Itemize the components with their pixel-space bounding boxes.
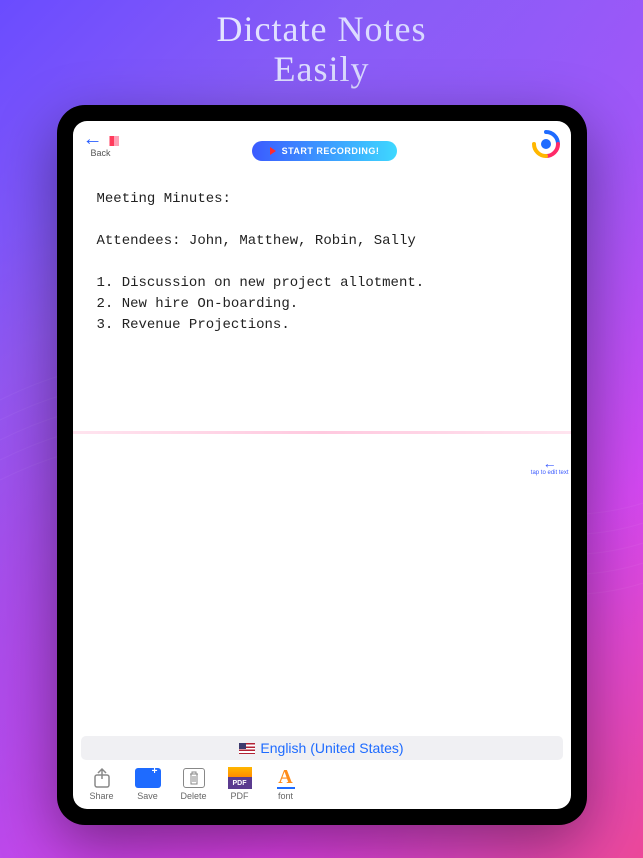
delete-label: Delete	[180, 791, 206, 801]
font-button[interactable]: A font	[265, 766, 307, 801]
language-label: English (United States)	[260, 740, 403, 756]
content-divider	[73, 431, 571, 434]
back-label: Back	[90, 148, 110, 158]
record-label: START RECORDING!	[282, 146, 380, 156]
delete-button[interactable]: Delete	[173, 766, 215, 801]
tablet-device-frame: ← Back START RECORDING! Meeting Minutes:…	[57, 105, 587, 825]
marketing-line1: Dictate Notes	[0, 10, 643, 50]
pdf-file-icon: PDF	[226, 766, 254, 790]
note-text-area[interactable]: Meeting Minutes: Attendees: John, Matthe…	[73, 169, 571, 736]
font-label: font	[278, 791, 293, 801]
share-label: Share	[89, 791, 113, 801]
share-button[interactable]: Share	[81, 766, 123, 801]
back-arrow-row: ←	[83, 129, 119, 150]
start-recording-button[interactable]: START RECORDING!	[252, 141, 398, 161]
edit-hint-arrow-icon: ←	[543, 456, 557, 470]
screen-header: ← Back START RECORDING!	[73, 121, 571, 169]
pdf-button[interactable]: PDF PDF	[219, 766, 261, 801]
language-selector[interactable]: English (United States)	[81, 736, 563, 760]
save-label: Save	[137, 791, 158, 801]
record-play-icon	[270, 147, 276, 155]
app-logo-icon	[531, 129, 561, 159]
edit-hint-label: tap to edit text	[531, 470, 569, 476]
pdf-label: PDF	[231, 791, 249, 801]
back-arrow-icon: ←	[83, 128, 103, 150]
bottom-toolbar: Share Save Delete	[73, 764, 571, 809]
save-button[interactable]: Save	[127, 766, 169, 801]
back-button[interactable]: ← Back	[83, 129, 119, 158]
delete-trash-icon	[180, 766, 208, 790]
save-folder-icon	[134, 766, 162, 790]
marketing-headline: Dictate Notes Easily	[0, 0, 643, 89]
marketing-line2: Easily	[0, 50, 643, 90]
edit-hint[interactable]: ← tap to edit text	[531, 456, 569, 476]
share-icon	[88, 766, 116, 790]
back-flag-icon	[105, 136, 119, 146]
app-screen: ← Back START RECORDING! Meeting Minutes:…	[73, 121, 571, 809]
font-letter-icon: A	[272, 766, 300, 790]
us-flag-icon	[239, 743, 255, 754]
